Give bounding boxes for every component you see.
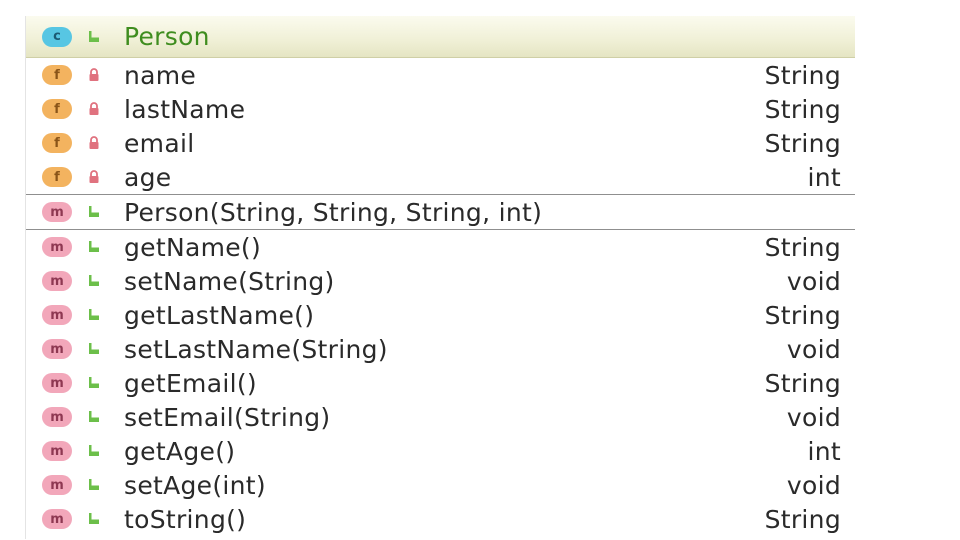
method-badge: m	[42, 441, 72, 461]
method-row[interactable]: m toString() String	[26, 502, 855, 536]
member-name: age	[124, 162, 172, 192]
public-icon	[86, 511, 102, 527]
method-badge: m	[42, 509, 72, 529]
member-type: String	[764, 300, 841, 330]
constructors-section: m Person(String, String, String, int)	[26, 195, 855, 229]
member-type: String	[764, 94, 841, 124]
method-badge: m	[42, 237, 72, 257]
class-header[interactable]: c Person	[26, 16, 855, 58]
member-name: toString()	[124, 504, 247, 534]
private-lock-icon	[86, 101, 102, 117]
private-lock-icon	[86, 169, 102, 185]
method-row[interactable]: m getName() String	[26, 230, 855, 264]
field-row[interactable]: f name String	[26, 58, 855, 92]
public-icon	[86, 273, 102, 289]
member-type: void	[786, 470, 841, 500]
member-type: void	[786, 266, 841, 296]
field-badge: f	[42, 167, 72, 187]
member-name: lastName	[124, 94, 246, 124]
member-type: String	[764, 504, 841, 534]
public-icon	[86, 375, 102, 391]
member-name: setAge(int)	[124, 470, 266, 500]
public-icon	[86, 29, 102, 45]
member-name: setName(String)	[124, 266, 335, 296]
fields-section: f name String f lastName String f email String f a…	[26, 58, 855, 194]
private-lock-icon	[86, 67, 102, 83]
method-row[interactable]: m setName(String) void	[26, 264, 855, 298]
method-badge: m	[42, 407, 72, 427]
member-name: getName()	[124, 232, 262, 262]
member-name: getLastName()	[124, 300, 315, 330]
member-type: String	[764, 60, 841, 90]
method-row[interactable]: m getAge() int	[26, 434, 855, 468]
method-badge: m	[42, 305, 72, 325]
field-badge: f	[42, 133, 72, 153]
member-type: String	[764, 368, 841, 398]
method-badge: m	[42, 271, 72, 291]
uml-class-box: c Person f name String f lastName String f emai…	[25, 16, 855, 539]
private-lock-icon	[86, 135, 102, 151]
public-icon	[86, 239, 102, 255]
field-badge: f	[42, 65, 72, 85]
class-name: Person	[124, 22, 210, 51]
public-icon	[86, 204, 102, 220]
member-type: String	[764, 128, 841, 158]
field-row[interactable]: f age int	[26, 160, 855, 194]
method-row[interactable]: m setEmail(String) void	[26, 400, 855, 434]
method-badge: m	[42, 202, 72, 222]
public-icon	[86, 409, 102, 425]
method-row[interactable]: m setLastName(String) void	[26, 332, 855, 366]
method-row[interactable]: m setAge(int) void	[26, 468, 855, 502]
public-icon	[86, 443, 102, 459]
methods-section: m getName() String m setName(String) void m get…	[26, 230, 855, 536]
member-name: getEmail()	[124, 368, 257, 398]
member-name: email	[124, 128, 195, 158]
method-badge: m	[42, 475, 72, 495]
member-name: setEmail(String)	[124, 402, 331, 432]
member-name: name	[124, 60, 197, 90]
field-row[interactable]: f email String	[26, 126, 855, 160]
member-type: void	[786, 402, 841, 432]
member-type: String	[764, 232, 841, 262]
member-name: setLastName(String)	[124, 334, 388, 364]
constructor-row[interactable]: m Person(String, String, String, int)	[26, 195, 855, 229]
member-type: int	[807, 436, 841, 466]
method-badge: m	[42, 339, 72, 359]
method-row[interactable]: m getLastName() String	[26, 298, 855, 332]
member-type: int	[807, 162, 841, 192]
member-name: getAge()	[124, 436, 236, 466]
field-row[interactable]: f lastName String	[26, 92, 855, 126]
field-badge: f	[42, 99, 72, 119]
public-icon	[86, 477, 102, 493]
member-name: Person(String, String, String, int)	[124, 197, 543, 227]
public-icon	[86, 341, 102, 357]
public-icon	[86, 307, 102, 323]
member-type: void	[786, 334, 841, 364]
method-badge: m	[42, 373, 72, 393]
method-row[interactable]: m getEmail() String	[26, 366, 855, 400]
class-badge: c	[42, 26, 72, 47]
